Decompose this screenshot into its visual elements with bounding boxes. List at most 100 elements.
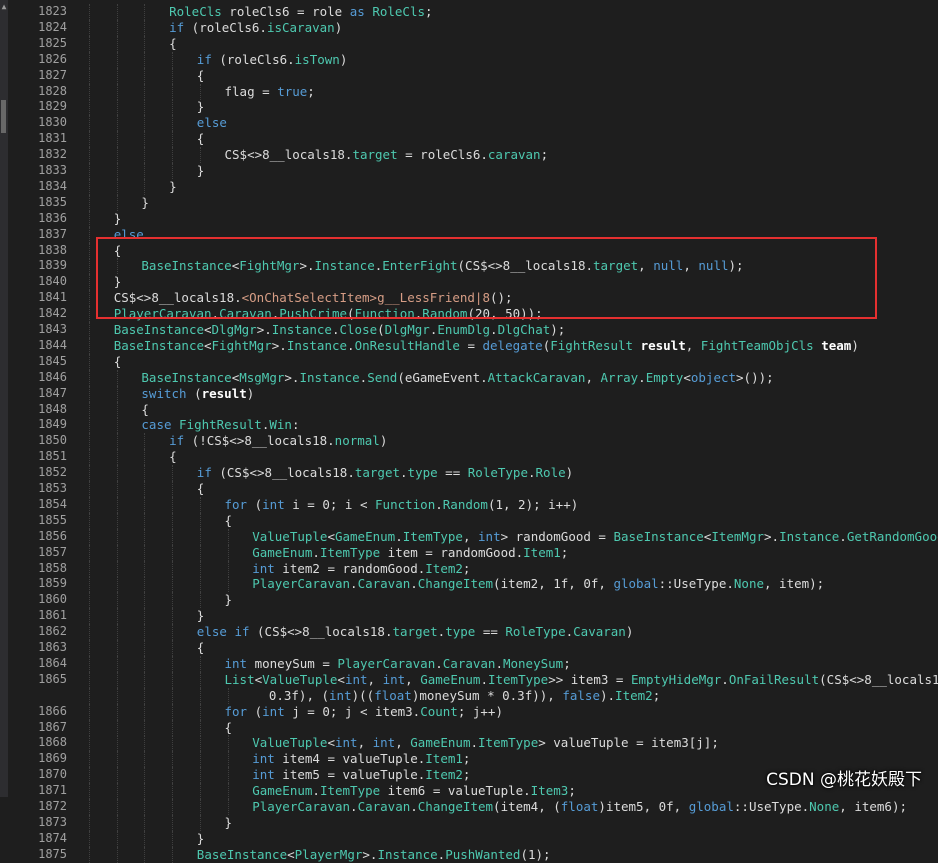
- code-token: None: [734, 576, 764, 591]
- indent-guide: [228, 561, 229, 577]
- indent-guide: [117, 449, 118, 465]
- code-token: target: [393, 624, 438, 639]
- code-text: {: [197, 640, 205, 655]
- code-token: .: [312, 783, 320, 798]
- code-token: (: [187, 386, 202, 401]
- line-number: 1840: [8, 274, 67, 289]
- line-number: 1874: [8, 831, 67, 846]
- indent-guide: [117, 529, 118, 545]
- code-token: ;: [541, 147, 549, 162]
- line-number: 1825: [8, 36, 67, 51]
- indent-guide: [117, 545, 118, 561]
- indent-guide: [144, 513, 145, 529]
- line-number: 1836: [8, 211, 67, 226]
- code-token: }: [114, 274, 122, 289]
- code-token: roleCls6 = role: [222, 4, 350, 19]
- indent-guide: [144, 497, 145, 513]
- code-token: int: [252, 751, 275, 766]
- code-token: RoleCls: [169, 4, 222, 19]
- code-token: object: [691, 370, 736, 385]
- code-text: int item2 = randomGood.Item2;: [252, 561, 470, 576]
- code-token: BaseInstance: [114, 338, 204, 353]
- code-text: GameEnum.ItemType item = randomGood.Item…: [252, 545, 568, 560]
- indent-guide: [144, 433, 145, 449]
- code-token: .: [395, 529, 403, 544]
- code-token: PlayerCaravan: [252, 576, 350, 591]
- code-token: <OnChatSelectItem>g__LessFriend|8: [242, 290, 490, 305]
- code-token: .: [495, 656, 503, 671]
- code-text: }: [114, 211, 122, 226]
- code-token: target: [593, 258, 638, 273]
- code-token: <: [204, 322, 212, 337]
- indent-guide: [117, 672, 118, 688]
- indent-guide: [117, 402, 118, 418]
- code-token: else: [197, 115, 227, 130]
- indent-guide: [172, 131, 173, 147]
- indent-guide: [89, 147, 90, 163]
- code-token: =: [460, 338, 483, 353]
- indent-guide: [172, 592, 173, 608]
- indent-guide: [89, 36, 90, 52]
- line-number: 1867: [8, 720, 67, 735]
- code-text: GameEnum.ItemType item6 = valueTuple.Ite…: [252, 783, 576, 798]
- code-text: {: [197, 481, 205, 496]
- indent-guide: [172, 84, 173, 100]
- indent-guide: [144, 179, 145, 195]
- indent-guide: [117, 147, 118, 163]
- indent-guide: [172, 847, 173, 863]
- code-token: as: [350, 4, 365, 19]
- code-token: Random: [443, 497, 488, 512]
- code-token: (roleCls6.: [184, 20, 267, 35]
- indent-guide: [89, 624, 90, 640]
- indent-guide: [144, 84, 145, 100]
- indent-guide: [200, 497, 201, 513]
- line-number: 1873: [8, 815, 67, 830]
- indent-guide: [172, 799, 173, 815]
- code-token: Function: [355, 306, 415, 321]
- code-token: ): [566, 465, 574, 480]
- indent-guide: [144, 449, 145, 465]
- code-token: Item1: [523, 545, 561, 560]
- indent-guide: [228, 688, 229, 704]
- code-token: {: [141, 402, 149, 417]
- indent-guide: [117, 131, 118, 147]
- code-token: ;: [563, 656, 571, 671]
- code-text: }: [141, 195, 149, 210]
- code-token: Item1: [425, 751, 463, 766]
- indent-guide: [200, 799, 201, 815]
- indent-guide: [172, 99, 173, 115]
- code-token: (CS$<>8__locals18.: [250, 624, 393, 639]
- indent-guide: [200, 147, 201, 163]
- indent-guide: [117, 688, 118, 704]
- indent-guide: [172, 481, 173, 497]
- code-token: Random: [422, 306, 467, 321]
- code-token: GameEnum: [420, 672, 480, 687]
- code-token: Win: [269, 417, 292, 432]
- code-text: for (int j = 0; j < item3.Count; j++): [225, 704, 503, 719]
- line-number: 1871: [8, 783, 67, 798]
- code-token: ChangeItem: [418, 576, 493, 591]
- code-token: (1, 2); i++): [488, 497, 578, 512]
- indent-guide: [89, 672, 90, 688]
- indent-guide: [200, 672, 201, 688]
- code-token: ::UseType.: [659, 576, 734, 591]
- code-token: >());: [736, 370, 774, 385]
- code-text: {: [197, 131, 205, 146]
- indent-guide: [89, 386, 90, 402]
- indent-guide: [89, 545, 90, 561]
- indent-guide: [144, 115, 145, 131]
- code-token: ): [851, 338, 859, 353]
- indent-guide: [89, 20, 90, 36]
- indent-guide: [144, 20, 145, 36]
- code-editor[interactable]: 1823RoleCls roleCls6 = role as RoleCls;1…: [0, 0, 938, 797]
- code-token: .: [410, 799, 418, 814]
- line-number: 1853: [8, 481, 67, 496]
- code-token: ==: [438, 465, 468, 480]
- indent-guide: [172, 561, 173, 577]
- code-token: int: [478, 529, 501, 544]
- code-token: FightMgr: [212, 338, 272, 353]
- line-number: 1868: [8, 735, 67, 750]
- code-token: int: [252, 561, 275, 576]
- indent-guide: [117, 36, 118, 52]
- code-token: if: [197, 465, 212, 480]
